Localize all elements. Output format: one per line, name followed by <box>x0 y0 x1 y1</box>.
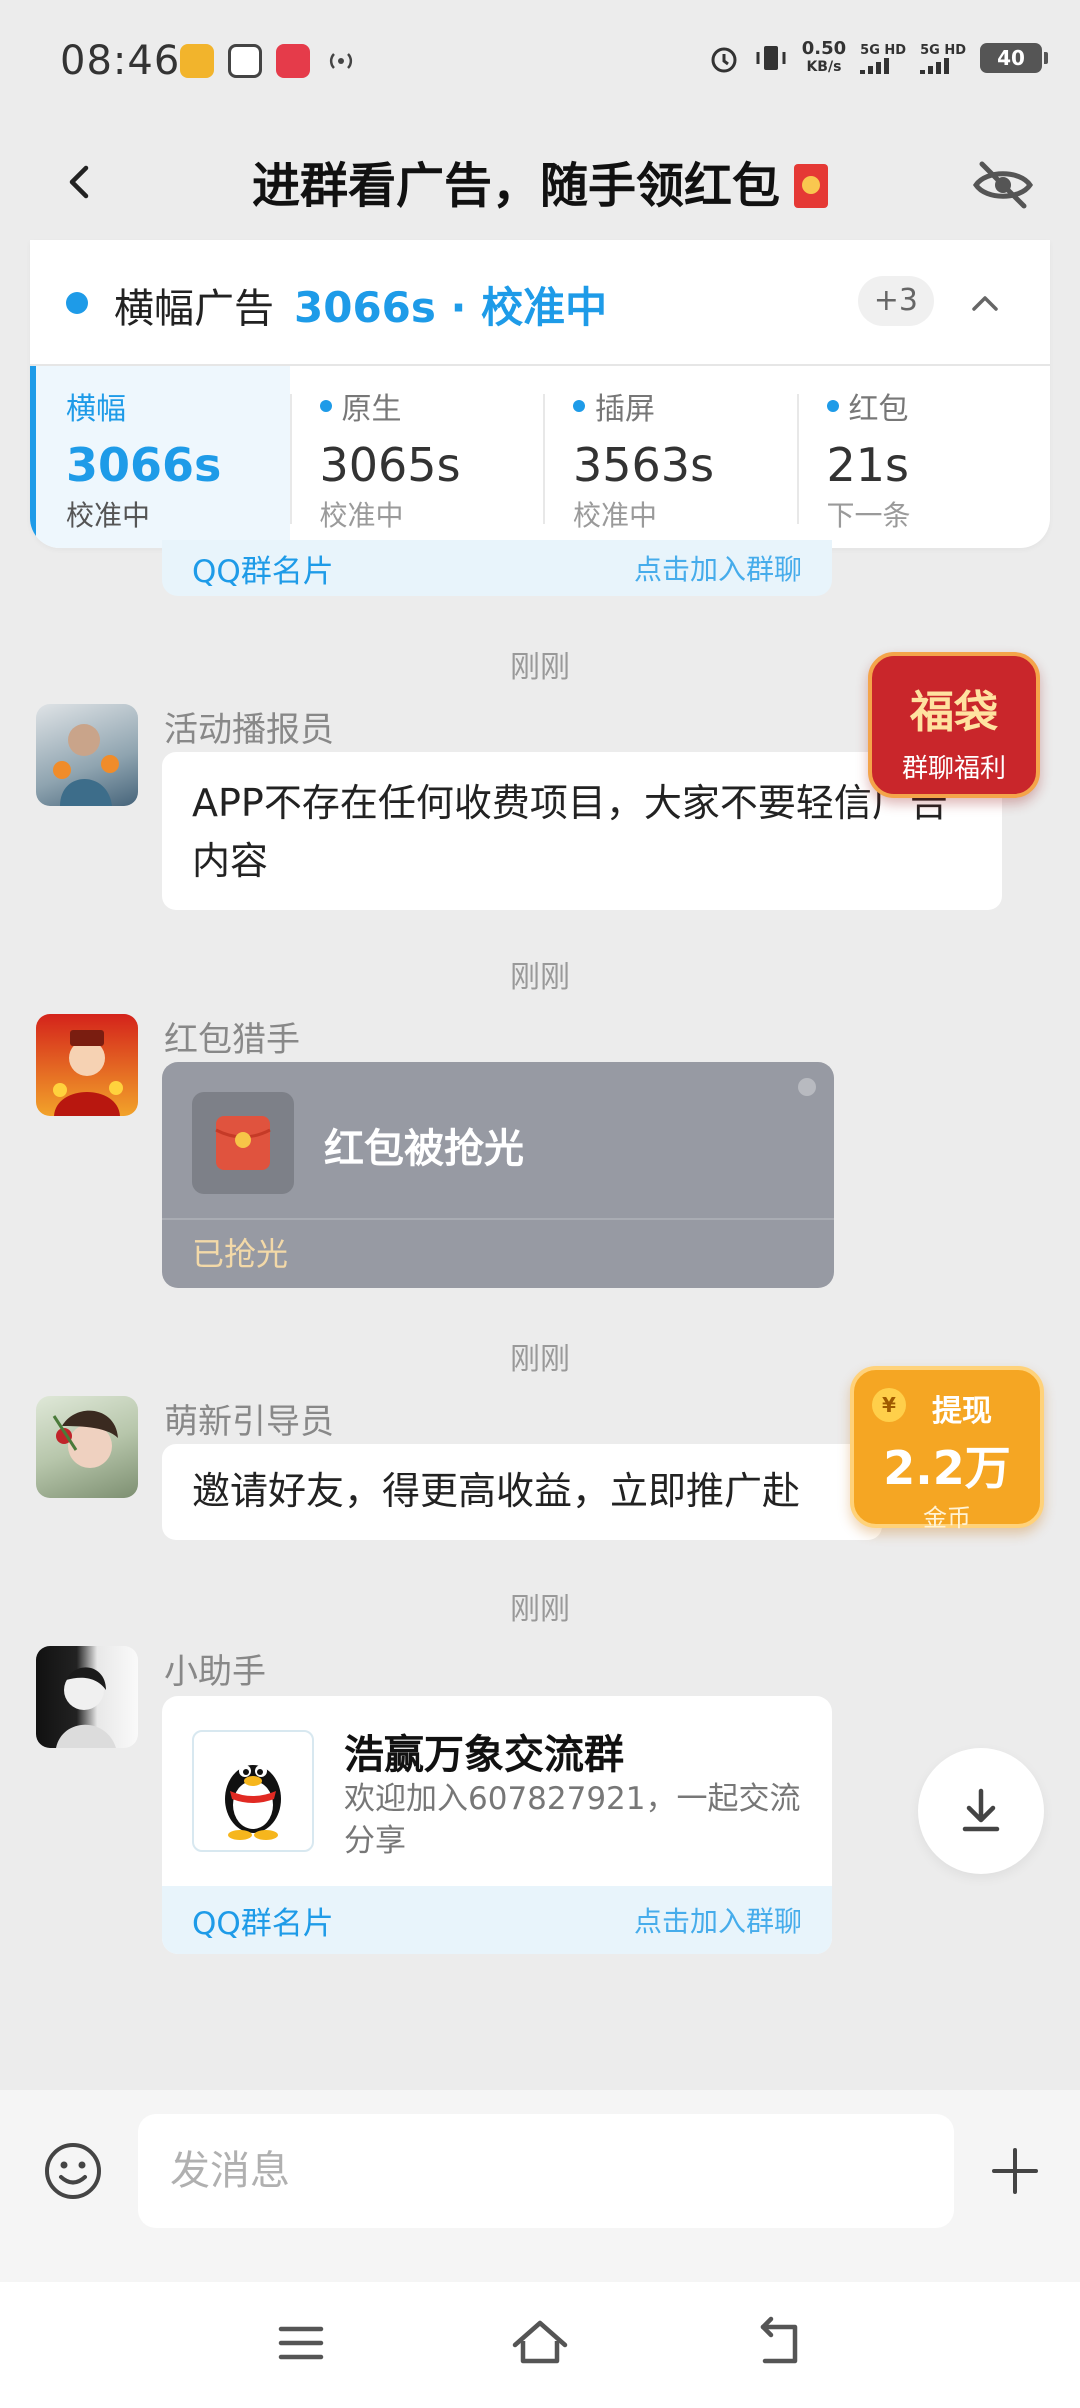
avatar[interactable] <box>36 1646 138 1748</box>
hide-ads-button[interactable] <box>970 152 1036 218</box>
avatar[interactable] <box>36 1014 138 1116</box>
page-title: 进群看广告，随手领红包 <box>0 146 1080 216</box>
ad-timer-item-native[interactable]: 原生 3065s 校准中 <box>289 366 544 548</box>
home-icon <box>512 2320 568 2364</box>
status-dot <box>66 292 88 314</box>
ad-current-status: 3066s · 校准中 <box>294 283 608 332</box>
withdraw-unit: 金币 <box>923 1504 971 1532</box>
input-bar <box>0 2090 1080 2282</box>
collapse-button[interactable] <box>960 278 1010 328</box>
more-actions-button[interactable] <box>986 2142 1044 2200</box>
weibo-icon <box>180 44 214 78</box>
sim2-signal-icon: 5G HD <box>920 43 966 74</box>
coin-icon: ¥ <box>872 1388 906 1422</box>
sender-name: 活动播报员 <box>164 710 334 750</box>
sender-name: 小助手 <box>164 1652 266 1692</box>
message-time: 刚刚 <box>510 960 570 995</box>
battery-icon: 40 <box>980 43 1048 73</box>
join-group-link[interactable]: 点击加入群聊 <box>634 548 802 588</box>
status-bar: 08:46 0.50 KB/s 5G HD 5G HD 40 <box>0 0 1080 130</box>
ad-timer-value: 21s <box>826 438 910 492</box>
message-time: 刚刚 <box>510 1592 570 1627</box>
ad-timer-item-redpacket[interactable]: 红包 21s 下一条 <box>796 366 1051 548</box>
ad-current-name: 横幅广告 <box>114 286 274 332</box>
sender-name: 萌新引导员 <box>164 1402 334 1442</box>
system-nav-bar <box>0 2282 1080 2408</box>
lucky-bag-widget[interactable]: 福袋 群聊福利 <box>868 652 1040 798</box>
sim1-signal-icon: 5G HD <box>860 43 906 74</box>
emoji-button[interactable] <box>40 2138 106 2204</box>
status-time: 08:46 <box>60 38 181 84</box>
system-indicators: 0.50 KB/s 5G HD 5G HD 40 <box>708 38 1048 76</box>
lucky-bag-title: 福袋 <box>910 687 998 738</box>
chevron-up-icon <box>972 296 998 311</box>
back-nav-button[interactable] <box>744 2308 814 2378</box>
menu-button[interactable] <box>266 2308 336 2378</box>
qq-penguin-icon <box>192 1730 314 1852</box>
sender-name: 红包猎手 <box>164 1020 300 1060</box>
red-envelope-icon <box>794 164 828 208</box>
group-card-description: 欢迎加入607827921，一起交流分享 <box>344 1781 801 1859</box>
return-icon <box>760 2316 798 2364</box>
red-packet-indicator <box>798 1078 816 1096</box>
chat-header: 进群看广告，随手领红包 <box>0 130 1080 240</box>
ad-timer-row: 横幅 3066s 校准中 原生 3065s 校准中 插屏 3563s 校准中 红… <box>30 366 1050 548</box>
shopping-app-icon <box>276 44 310 78</box>
avatar[interactable] <box>36 1396 138 1498</box>
home-button[interactable] <box>505 2308 575 2378</box>
qq-group-card[interactable]: 浩赢万象交流群 欢迎加入607827921，一起交流分享 QQ群名片 点击加入群… <box>162 1696 832 1954</box>
ad-timer-value: 3065s <box>319 438 461 492</box>
card-footer-label: QQ群名片 <box>192 553 334 590</box>
ad-timer-card: 横幅广告 3066s · 校准中 +3 横幅 3066s 校准中 原生 3065… <box>30 240 1050 548</box>
ad-timer-item-interstitial[interactable]: 插屏 3563s 校准中 <box>543 366 797 548</box>
scroll-to-bottom-button[interactable] <box>918 1748 1044 1874</box>
ad-timer-sub: 下一条 <box>826 499 911 532</box>
message-bubble[interactable]: 邀请好友，得更高收益，立即推广赴 <box>162 1444 882 1540</box>
withdraw-amount: 2.2万 <box>883 1441 1011 1495</box>
withdraw-widget[interactable]: ¥ 提现 2.2万 金币 <box>850 1366 1044 1532</box>
ad-timer-label: 红包 <box>826 384 1051 428</box>
lucky-bag-subtitle: 群聊福利 <box>901 754 1006 784</box>
group-card-footer: QQ群名片 点击加入群聊 <box>162 1886 832 1954</box>
ad-timer-value: 3563s <box>573 438 715 492</box>
message-input[interactable] <box>138 2114 954 2228</box>
menu-icon <box>278 2326 324 2360</box>
card-footer-label: QQ群名片 <box>192 1905 334 1942</box>
ad-timer-value: 3066s <box>66 438 222 492</box>
ad-timer-sub: 校准中 <box>66 499 151 532</box>
ad-timer-sub: 校准中 <box>573 499 658 532</box>
more-ads-badge[interactable]: +3 <box>857 276 934 326</box>
ad-timer-item-banner[interactable]: 横幅 3066s 校准中 <box>30 366 290 548</box>
red-packet-title: 红包被抢光 <box>324 1126 524 1172</box>
emoji-icon <box>45 2143 101 2199</box>
eye-off-icon <box>972 161 1034 209</box>
ad-timer-label: 原生 <box>319 384 544 428</box>
app-notification-icon <box>228 44 262 78</box>
ad-timer-sub: 校准中 <box>319 499 404 532</box>
ad-timer-label: 插屏 <box>573 384 797 428</box>
avatar[interactable] <box>36 704 138 806</box>
alarm-icon <box>711 47 737 73</box>
join-group-link[interactable]: 点击加入群聊 <box>634 1900 802 1940</box>
ad-timer-header[interactable]: 横幅广告 3066s · 校准中 +3 <box>30 240 1050 366</box>
vibrate-icon <box>756 46 786 70</box>
plus-icon <box>992 2148 1038 2194</box>
notification-icons <box>180 44 358 78</box>
ad-timer-label: 横幅 <box>66 392 126 427</box>
group-card-title: 浩赢万象交流群 <box>344 1732 624 1778</box>
download-arrow-icon <box>962 1788 1000 1832</box>
qq-group-card-partial[interactable]: QQ群名片 点击加入群聊 <box>162 540 832 596</box>
hotspot-icon <box>324 44 358 78</box>
net-speed: 0.50 KB/s <box>801 38 847 76</box>
red-packet-status: 已抢光 <box>162 1218 834 1288</box>
red-packet-message[interactable]: 红包被抢光 已抢光 <box>162 1062 834 1288</box>
red-packet-icon <box>192 1092 294 1194</box>
